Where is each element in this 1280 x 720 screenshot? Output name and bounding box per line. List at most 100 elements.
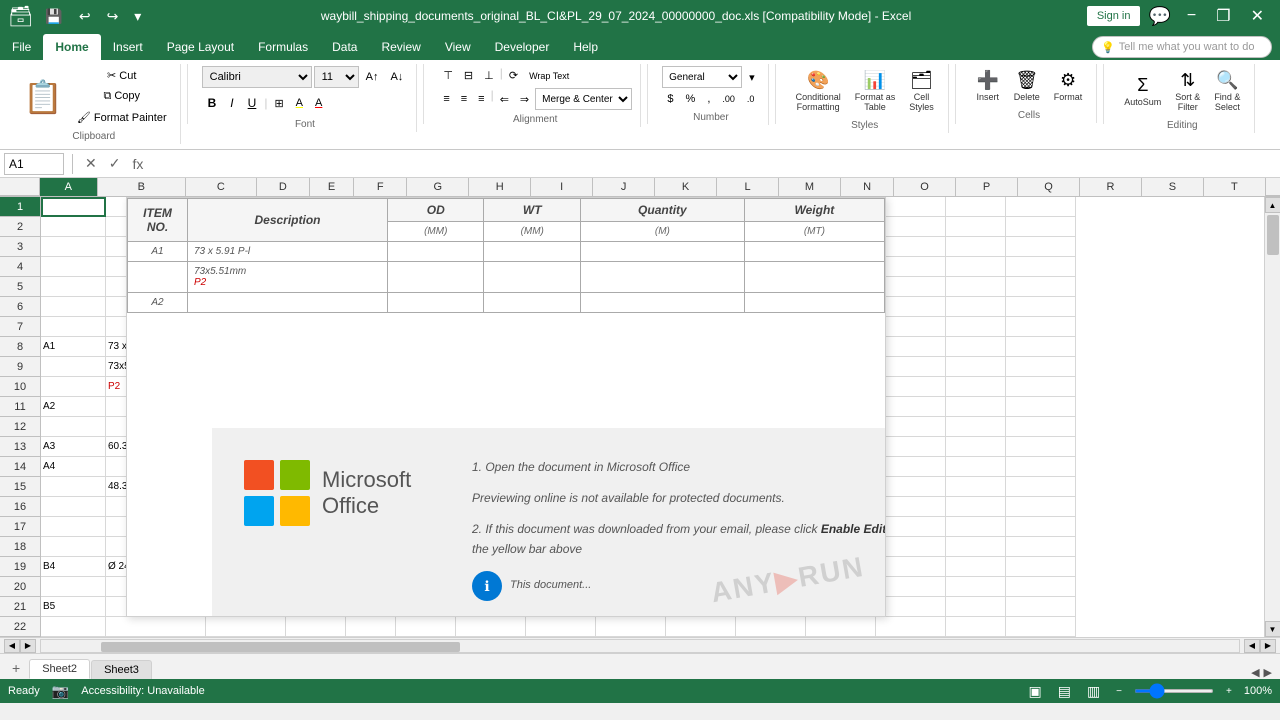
formula-input[interactable] (151, 155, 1276, 173)
cell-O1[interactable] (1006, 197, 1076, 217)
align-bottom-button[interactable]: ⊥ (479, 66, 499, 85)
row-header-12[interactable]: 12 (0, 417, 40, 437)
cell-M1[interactable] (876, 197, 946, 217)
row-header-8[interactable]: 8 (0, 337, 40, 357)
sign-in-button[interactable]: Sign in (1087, 6, 1141, 26)
cell-M20[interactable] (876, 577, 946, 597)
tab-insert[interactable]: Insert (101, 34, 155, 60)
cell-N8[interactable] (946, 337, 1006, 357)
col-header-I[interactable]: I (531, 178, 593, 196)
cell-N12[interactable] (946, 417, 1006, 437)
cell-A7[interactable] (41, 317, 106, 337)
cell-N16[interactable] (946, 497, 1006, 517)
sheet-tab-sheet2[interactable]: Sheet2 (29, 659, 90, 679)
indent-increase-btn[interactable]: ⇒ (515, 88, 534, 110)
cell-A18[interactable] (41, 537, 106, 557)
cut-button[interactable]: ✂ Cut (72, 66, 172, 85)
cell-O9[interactable] (1006, 357, 1076, 377)
scroll-up-btn[interactable]: ▲ (1265, 197, 1280, 213)
cell-O6[interactable] (1006, 297, 1076, 317)
tab-help[interactable]: Help (561, 34, 610, 60)
spreadsheet-grid[interactable]: A1 73 x 5.91 P-l (41, 197, 1264, 637)
indent-decrease-btn[interactable]: ⇐ (495, 88, 514, 110)
cell-O19[interactable] (1006, 557, 1076, 577)
col-header-H[interactable]: H (469, 178, 531, 196)
row-header-6[interactable]: 6 (0, 297, 40, 317)
cell-F22[interactable] (396, 617, 456, 637)
macro-record-icon[interactable]: 📷 (52, 683, 69, 700)
cell-reference-box[interactable] (4, 153, 64, 175)
cell-A9[interactable] (41, 357, 106, 377)
cell-N19[interactable] (946, 557, 1006, 577)
cell-K22[interactable] (736, 617, 806, 637)
cell-O2[interactable] (1006, 217, 1076, 237)
conditional-formatting-btn[interactable]: 🎨 ConditionalFormatting (790, 66, 847, 116)
cell-E22[interactable] (346, 617, 396, 637)
cell-M5[interactable] (876, 277, 946, 297)
dec-decimal-btn[interactable]: .0 (742, 91, 760, 107)
row-header-2[interactable]: 2 (0, 217, 40, 237)
cell-N6[interactable] (946, 297, 1006, 317)
border-button[interactable]: ⊞ (269, 94, 288, 113)
cell-A6[interactable] (41, 297, 106, 317)
row-header-4[interactable]: 4 (0, 257, 40, 277)
cell-O4[interactable] (1006, 257, 1076, 277)
cell-N17[interactable] (946, 517, 1006, 537)
add-sheet-button[interactable]: + (4, 657, 28, 679)
cell-A10[interactable] (41, 377, 106, 397)
restore-button[interactable]: ❐ (1208, 4, 1238, 28)
cell-O21[interactable] (1006, 597, 1076, 617)
tab-home[interactable]: Home (43, 34, 100, 60)
font-shrink-btn[interactable]: A↓ (385, 68, 408, 86)
cell-H22[interactable] (526, 617, 596, 637)
fill-color-button[interactable]: A (291, 94, 308, 112)
tab-data[interactable]: Data (320, 34, 369, 60)
h-scroll-thumb[interactable] (101, 642, 460, 652)
cell-N20[interactable] (946, 577, 1006, 597)
cell-A21[interactable]: B5 (41, 597, 106, 617)
cell-A5[interactable] (41, 277, 106, 297)
wrap-text-button[interactable]: Wrap Text (524, 66, 574, 85)
horizontal-scrollbar[interactable]: ◀ ▶ ◀ ▶ (0, 637, 1280, 653)
cell-M9[interactable] (876, 357, 946, 377)
font-color-button[interactable]: A (310, 94, 327, 112)
number-format-select[interactable]: General (662, 66, 742, 88)
row-header-5[interactable]: 5 (0, 277, 40, 297)
cell-N3[interactable] (946, 237, 1006, 257)
cell-O11[interactable] (1006, 397, 1076, 417)
corner-cell[interactable] (0, 178, 40, 196)
row-header-15[interactable]: 15 (0, 477, 40, 497)
page-layout-view-btn[interactable]: ▤ (1054, 681, 1075, 702)
merge-center-select[interactable]: Merge & Center (535, 88, 632, 110)
cell-A19[interactable]: B4 (41, 557, 106, 577)
col-header-R[interactable]: R (1080, 178, 1142, 196)
row-header-21[interactable]: 21 (0, 597, 40, 617)
row-header-18[interactable]: 18 (0, 537, 40, 557)
sort-filter-btn[interactable]: ⇅ Sort &Filter (1169, 66, 1206, 116)
cell-B22[interactable] (106, 617, 206, 637)
align-center-button[interactable]: ≡ (456, 88, 472, 110)
insert-function-btn[interactable]: fx (128, 156, 147, 172)
notification-icon[interactable]: 💬 (1144, 6, 1174, 27)
cell-O18[interactable] (1006, 537, 1076, 557)
row-header-9[interactable]: 9 (0, 357, 40, 377)
scroll-track[interactable] (1267, 213, 1279, 621)
cell-O20[interactable] (1006, 577, 1076, 597)
cell-A1[interactable] (41, 197, 106, 217)
cell-M19[interactable] (876, 557, 946, 577)
close-button[interactable]: ✕ (1243, 4, 1272, 28)
percent-button[interactable]: % (681, 90, 701, 108)
cell-D22[interactable] (286, 617, 346, 637)
cell-N11[interactable] (946, 397, 1006, 417)
comma-button[interactable]: , (702, 90, 715, 108)
col-header-G[interactable]: G (407, 178, 469, 196)
align-top-button[interactable]: ⊤ (438, 66, 458, 85)
h-scroll-track[interactable] (40, 639, 1240, 653)
redo-quick-btn[interactable]: ↪ (103, 6, 123, 27)
cell-M14[interactable] (876, 457, 946, 477)
cell-M10[interactable] (876, 377, 946, 397)
row-header-11[interactable]: 11 (0, 397, 40, 417)
row-header-1[interactable]: 1 (0, 197, 40, 217)
cell-M18[interactable] (876, 537, 946, 557)
cell-A4[interactable] (41, 257, 106, 277)
